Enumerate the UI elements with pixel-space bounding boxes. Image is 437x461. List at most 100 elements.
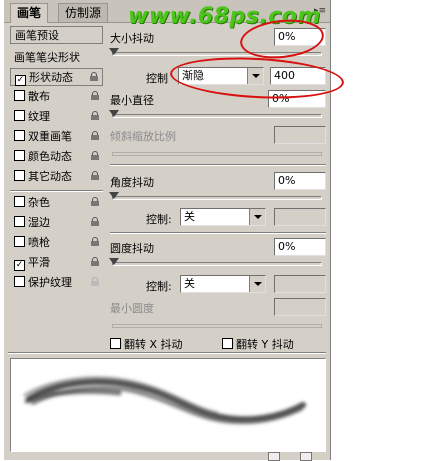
option-label: 平滑 — [28, 256, 50, 269]
roundness-jitter-slider[interactable] — [109, 258, 322, 266]
smoothing-checkbox[interactable]: ✓ — [14, 260, 25, 271]
brush-panel: 画笔 仿制源 ▸≡ 画笔预设 画笔笔尖形状 ✓ 形状动态 散布 纹理 双重画笔 颜… — [4, 0, 331, 461]
lock-icon[interactable] — [91, 131, 99, 140]
airbrush-checkbox[interactable] — [14, 236, 25, 247]
roundness-control-label: 控制: — [146, 280, 172, 293]
options-divider — [10, 190, 103, 192]
lock-icon[interactable] — [91, 237, 99, 246]
flip-x-checkbox[interactable] — [110, 338, 121, 349]
section-divider — [110, 232, 326, 234]
angle-control-field[interactable] — [274, 208, 326, 226]
roundness-jitter-label: 圆度抖动 — [110, 242, 154, 255]
min-roundness-slider[interactable] — [112, 324, 322, 328]
min-roundness-label: 最小圆度 — [110, 302, 154, 315]
preview-divider — [8, 352, 326, 354]
angle-jitter-field[interactable]: 0% — [274, 172, 326, 190]
flip-x-option[interactable]: 翻转 X 抖动 — [110, 336, 183, 352]
lock-icon[interactable] — [91, 171, 99, 180]
option-label: 保护纹理 — [28, 276, 72, 289]
stroke-preview-graphic — [23, 376, 306, 425]
scattering-checkbox[interactable] — [14, 90, 25, 101]
option-scattering[interactable]: 散布 — [10, 88, 103, 106]
slider-thumb[interactable] — [109, 110, 119, 117]
min-diameter-label: 最小直径 — [110, 94, 154, 107]
lock-icon[interactable] — [91, 151, 99, 160]
option-label: 杂色 — [28, 196, 50, 209]
option-label: 湿边 — [28, 216, 50, 229]
select-value: 关 — [184, 210, 195, 223]
angle-control-label: 控制: — [146, 213, 172, 226]
slider-thumb[interactable] — [109, 48, 119, 55]
chevron-down-icon[interactable] — [247, 68, 263, 84]
lock-icon[interactable] — [91, 197, 99, 206]
texture-checkbox[interactable] — [14, 110, 25, 121]
lock-icon[interactable] — [91, 257, 99, 266]
protect-texture-checkbox[interactable] — [14, 276, 25, 287]
other-dynamics-checkbox[interactable] — [14, 170, 25, 181]
lock-icon[interactable] — [90, 72, 98, 81]
option-label: 颜色动态 — [28, 150, 72, 163]
angle-jitter-slider[interactable] — [109, 192, 322, 200]
dual-brush-checkbox[interactable] — [14, 130, 25, 141]
size-jitter-slider[interactable] — [109, 48, 322, 56]
option-other-dynamics[interactable]: 其它动态 — [10, 168, 103, 186]
size-control-select[interactable]: 渐隐 — [178, 67, 264, 85]
option-shape-dynamics[interactable]: ✓ 形状动态 — [10, 68, 103, 86]
size-jitter-field[interactable]: 0% — [274, 28, 326, 46]
option-wet-edges[interactable]: 湿边 — [10, 214, 103, 232]
option-color-dynamics[interactable]: 颜色动态 — [10, 148, 103, 166]
shape-dynamics-checkbox[interactable]: ✓ — [15, 75, 26, 86]
fade-steps-field[interactable]: 400 — [270, 67, 326, 85]
option-label: 纹理 — [28, 110, 50, 123]
panel-bottom-bar — [4, 452, 330, 461]
tilt-scale-slider[interactable] — [112, 152, 322, 156]
option-label: 喷枪 — [28, 236, 50, 249]
color-dynamics-checkbox[interactable] — [14, 150, 25, 161]
flip-y-option[interactable]: 翻转 Y 抖动 — [222, 336, 294, 352]
option-label: 其它动态 — [28, 170, 72, 183]
option-label: 双重画笔 — [28, 130, 72, 143]
section-divider — [110, 164, 326, 166]
flip-y-label: 翻转 Y 抖动 — [236, 338, 294, 351]
slider-thumb[interactable] — [109, 192, 119, 199]
roundness-control-field[interactable] — [274, 275, 326, 293]
angle-jitter-label: 角度抖动 — [110, 176, 154, 189]
brush-presets-button[interactable]: 画笔预设 — [10, 26, 103, 44]
tilt-scale-label: 倾斜缩放比例 — [110, 130, 176, 143]
lock-icon[interactable] — [91, 111, 99, 120]
site-watermark: www.68ps.com — [128, 4, 321, 29]
select-value: 渐隐 — [182, 69, 204, 82]
option-texture[interactable]: 纹理 — [10, 108, 103, 126]
select-value: 关 — [184, 277, 195, 290]
option-label: 散布 — [28, 90, 50, 103]
option-label: 形状动态 — [29, 71, 73, 84]
chevron-down-icon[interactable] — [249, 209, 265, 225]
option-protect-texture[interactable]: 保护纹理 — [10, 274, 103, 292]
option-smoothing[interactable]: ✓ 平滑 — [10, 254, 103, 272]
min-diameter-field[interactable]: 0% — [268, 90, 326, 108]
option-airbrush[interactable]: 喷枪 — [10, 234, 103, 252]
brush-tip-shape-item[interactable]: 画笔笔尖形状 — [10, 50, 103, 66]
slider-thumb[interactable] — [109, 258, 119, 265]
lock-icon[interactable] — [91, 277, 99, 286]
wet-edges-checkbox[interactable] — [14, 216, 25, 227]
angle-control-select[interactable]: 关 — [180, 208, 266, 226]
lock-icon[interactable] — [91, 91, 99, 100]
roundness-control-select[interactable]: 关 — [180, 275, 266, 293]
control-label: 控制 — [146, 72, 168, 85]
stroke-preview — [10, 358, 326, 452]
tilt-scale-field[interactable] — [274, 126, 326, 144]
option-dual-brush[interactable]: 双重画笔 — [10, 128, 103, 146]
chevron-down-icon[interactable] — [249, 276, 265, 292]
flip-y-checkbox[interactable] — [222, 338, 233, 349]
tab-clone-source[interactable]: 仿制源 — [58, 3, 109, 22]
lock-icon[interactable] — [91, 217, 99, 226]
min-roundness-field[interactable] — [274, 298, 326, 316]
tab-brushes[interactable]: 画笔 — [10, 3, 49, 23]
noise-checkbox[interactable] — [14, 196, 25, 207]
roundness-jitter-field[interactable]: 0% — [274, 238, 326, 256]
flip-x-label: 翻转 X 抖动 — [124, 338, 183, 351]
size-jitter-label: 大小抖动 — [110, 32, 154, 45]
option-noise[interactable]: 杂色 — [10, 194, 103, 212]
min-diameter-slider[interactable] — [109, 110, 322, 118]
